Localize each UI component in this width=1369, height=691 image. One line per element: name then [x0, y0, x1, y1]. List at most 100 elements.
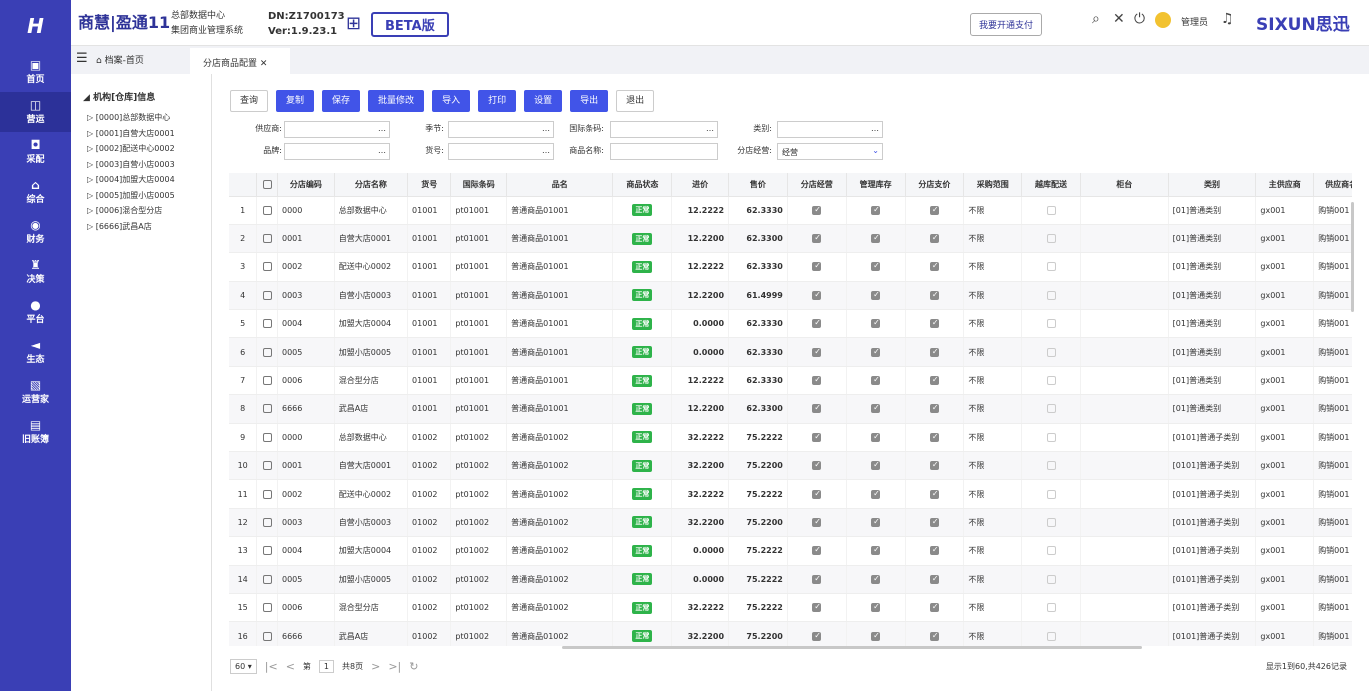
- table-row[interactable]: 15 0006 混合型分店 01002 pt01002 普通商品01002 正常 32.222…: [229, 593, 1352, 623]
- table-row[interactable]: 9 0000 总部数据中心 01002 pt01002 普通商品01002 正常 32.222…: [229, 423, 1352, 453]
- column-header[interactable]: 分店支价: [905, 173, 965, 197]
- select-all-checkbox[interactable]: [262, 179, 272, 189]
- close-icon[interactable]: ✕: [260, 59, 268, 69]
- select-all-header[interactable]: [256, 173, 278, 197]
- row-checkbox[interactable]: [262, 603, 272, 613]
- manage-stock-checkbox[interactable]: [871, 375, 881, 386]
- store-operate-checkbox[interactable]: [812, 574, 822, 584]
- tree-node[interactable]: ▷ [0005]加盟小店0005: [83, 190, 211, 206]
- vertical-scrollbar[interactable]: [1351, 202, 1354, 312]
- row-select-cell[interactable]: [256, 479, 278, 509]
- nav-item[interactable]: ♜ 决策: [0, 252, 71, 292]
- row-checkbox[interactable]: [262, 574, 272, 584]
- table-row[interactable]: 11 0002 配送中心0002 01002 pt01002 普通商品01002 正常 32.…: [229, 479, 1352, 509]
- column-header[interactable]: 越库配送: [1021, 173, 1081, 197]
- manage-stock-cell[interactable]: [846, 281, 906, 311]
- manage-stock-cell[interactable]: [846, 593, 906, 623]
- row-select-cell[interactable]: [256, 309, 278, 339]
- print-button[interactable]: 打印: [478, 90, 517, 112]
- nav-item[interactable]: ⌂ 综合: [0, 172, 71, 212]
- manage-stock-checkbox[interactable]: [871, 631, 881, 641]
- row-checkbox[interactable]: [262, 234, 272, 244]
- manage-stock-cell[interactable]: [846, 309, 906, 339]
- store-operate-cell[interactable]: [787, 281, 847, 311]
- store-pay-checkbox[interactable]: [929, 261, 939, 272]
- store-pay-checkbox[interactable]: [929, 375, 939, 386]
- manage-stock-checkbox[interactable]: [871, 574, 881, 584]
- manage-stock-cell[interactable]: [846, 366, 906, 396]
- store-operate-cell[interactable]: [787, 565, 847, 594]
- row-select-cell[interactable]: [256, 593, 278, 623]
- table-row[interactable]: 3 0002 配送中心0002 01001 pt01001 普通商品01001 正常 12.2…: [229, 252, 1352, 282]
- store-pay-cell[interactable]: [905, 593, 965, 623]
- manage-stock-checkbox[interactable]: [871, 261, 881, 272]
- store-pay-cell[interactable]: [905, 621, 965, 646]
- manage-stock-cell[interactable]: [846, 196, 906, 225]
- store-operate-checkbox[interactable]: [812, 545, 822, 556]
- store-pay-cell[interactable]: [905, 451, 965, 481]
- tab-home[interactable]: ⌂ 档案-首页: [96, 53, 144, 66]
- row-checkbox[interactable]: [262, 205, 272, 215]
- column-header[interactable]: 柜台: [1080, 173, 1169, 197]
- store-pay-cell[interactable]: [905, 508, 965, 538]
- store-operate-cell[interactable]: [787, 451, 847, 481]
- manage-stock-cell[interactable]: [846, 252, 906, 282]
- nav-item[interactable]: ▤ 旧账簿: [0, 412, 71, 452]
- store-operate-cell[interactable]: [787, 337, 847, 367]
- table-row[interactable]: 10 0001 自营大店0001 01002 pt01002 普通商品01002 正常 32.…: [229, 451, 1352, 481]
- last-page-icon[interactable]: >|: [388, 660, 401, 673]
- store-operate-checkbox[interactable]: [812, 602, 822, 613]
- tree-node[interactable]: ▷ [6666]武昌A店: [83, 221, 211, 237]
- tree-node[interactable]: ▷ [0003]自营小店0003: [83, 159, 211, 175]
- manage-stock-cell[interactable]: [846, 394, 906, 424]
- store-pay-cell[interactable]: [905, 281, 965, 311]
- store-pay-checkbox[interactable]: [929, 489, 939, 499]
- store-pay-cell[interactable]: [905, 224, 965, 254]
- manage-stock-cell[interactable]: [846, 423, 906, 453]
- row-select-cell[interactable]: [256, 394, 278, 424]
- column-header[interactable]: 管理库存: [846, 173, 906, 197]
- manage-stock-cell[interactable]: [846, 224, 906, 254]
- store-operate-cell[interactable]: [787, 508, 847, 538]
- first-page-icon[interactable]: |<: [265, 660, 278, 673]
- store-pay-checkbox[interactable]: [929, 290, 939, 300]
- store-pay-cell[interactable]: [905, 252, 965, 282]
- manage-stock-checkbox[interactable]: [871, 602, 881, 613]
- manage-stock-checkbox[interactable]: [871, 489, 881, 499]
- nav-item[interactable]: ◘ 采配: [0, 132, 71, 172]
- store-pay-cell[interactable]: [905, 479, 965, 509]
- store-operate-cell[interactable]: [787, 536, 847, 566]
- page-size-select[interactable]: 60 ▾: [230, 658, 257, 674]
- store-operate-checkbox[interactable]: [812, 489, 822, 499]
- store-pay-checkbox[interactable]: [929, 574, 939, 584]
- store-pay-checkbox[interactable]: [929, 347, 939, 357]
- row-checkbox[interactable]: [262, 461, 272, 471]
- season-field[interactable]: …: [448, 121, 554, 138]
- row-select-cell[interactable]: [256, 621, 278, 646]
- manage-stock-checkbox[interactable]: [871, 290, 881, 300]
- table-row[interactable]: 12 0003 自营小店0003 01002 pt01002 普通商品01002 正常 32.…: [229, 508, 1352, 538]
- nav-item[interactable]: ▧ 运营家: [0, 372, 71, 412]
- column-header[interactable]: 采购范围: [963, 173, 1023, 197]
- manage-stock-cell[interactable]: [846, 337, 906, 367]
- nav-item[interactable]: ◉ 财务: [0, 212, 71, 252]
- row-select-cell[interactable]: [256, 252, 278, 282]
- power-icon[interactable]: ⏻: [1134, 11, 1145, 27]
- table-row[interactable]: 16 6666 武昌A店 01002 pt01002 普通商品01002 正常 32.2200…: [229, 621, 1352, 646]
- store-operate-cell[interactable]: [787, 593, 847, 623]
- column-header[interactable]: 进价: [671, 173, 730, 197]
- export-button[interactable]: 导出: [570, 90, 609, 112]
- import-button[interactable]: 导入: [432, 90, 471, 112]
- row-checkbox[interactable]: [262, 517, 272, 527]
- tree-node[interactable]: ▷ [0000]总部数据中心: [83, 112, 211, 128]
- tree-node[interactable]: ▷ [0004]加盟大店0004: [83, 174, 211, 190]
- manage-stock-cell[interactable]: [846, 565, 906, 594]
- store-pay-checkbox[interactable]: [929, 602, 939, 613]
- table-row[interactable]: 6 0005 加盟小店0005 01001 pt01001 普通商品01001 正常 0.00…: [229, 337, 1352, 367]
- store-pay-checkbox[interactable]: [929, 432, 939, 442]
- horizontal-scrollbar[interactable]: [562, 646, 1142, 649]
- column-header[interactable]: 货号: [407, 173, 452, 197]
- exit-button[interactable]: 退出: [616, 90, 655, 112]
- column-header[interactable]: 售价: [728, 173, 788, 197]
- store-operate-checkbox[interactable]: [812, 460, 822, 471]
